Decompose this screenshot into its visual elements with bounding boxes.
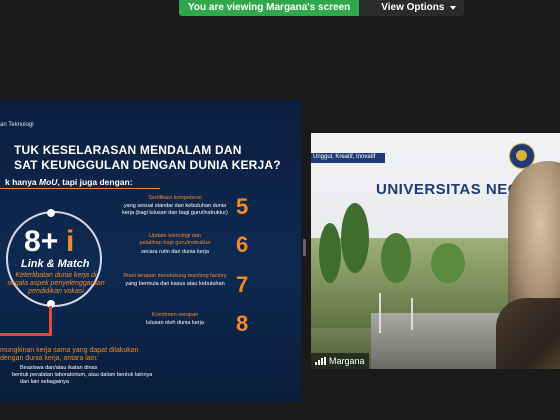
item-title: Sertifikasi kompetensi xyxy=(148,195,202,201)
big-eight-text: 8 xyxy=(24,225,41,258)
slide-subtitle: k hanya MoU, tapi juga dengan: xyxy=(5,177,133,187)
slide-title-line-1: TUK KESELARASAN MENDALAM DAN xyxy=(14,143,242,157)
item-desc: yang sesuai standar dan kebutuhan dunia xyxy=(123,203,227,209)
item-desc: kerja (bagi lulusan dan bagi guru/instru… xyxy=(122,210,228,216)
item-number: 8 xyxy=(236,311,249,336)
item-desc: yang bermula dari kasus atau kebutuhan xyxy=(125,281,225,287)
participant-video-tile[interactable]: Unggul, Kreatif, Inovatif UNIVERSITAS NE… xyxy=(311,133,560,369)
lamp-post xyxy=(379,293,381,333)
slide-header: an Teknologi xyxy=(0,122,34,128)
cooperation-list-item: bentuk peralatan laboratorium, atau dala… xyxy=(12,372,153,378)
lamp-post xyxy=(411,298,413,330)
tree-icon xyxy=(431,243,465,283)
panel-resize-handle[interactable] xyxy=(303,239,306,256)
view-options-button[interactable]: View Options xyxy=(359,0,465,16)
tree-icon xyxy=(341,203,369,273)
big-eight: 8+ xyxy=(24,225,58,259)
subtitle-italic: MoU xyxy=(39,177,58,187)
big-i: i xyxy=(66,225,75,258)
big-plus-text: + xyxy=(40,225,59,258)
participant-name: Margana xyxy=(329,356,365,366)
item-number: 5 xyxy=(236,194,249,219)
connector-horizontal xyxy=(0,333,52,336)
participant-shirt xyxy=(496,298,560,369)
subtitle-suffix: , tapi juga dengan: xyxy=(57,177,133,187)
item-title: pelatihan bagi guru/instruktur xyxy=(139,240,211,246)
item-number: 7 xyxy=(236,272,249,297)
screen-share-banner: You are viewing Margana's screen View Op… xyxy=(179,0,465,16)
keterlibatan-line-3: pendidikan vokasi xyxy=(28,288,84,295)
keterlibatan-text: Keterlibatan dunia kerja di segala aspek… xyxy=(5,272,107,296)
video-strip-text: Unggul, Kreatif, Inovatif xyxy=(313,154,376,160)
view-options-label: View Options xyxy=(381,2,445,13)
connector-vertical xyxy=(49,306,52,336)
item-desc: lulusan oleh dunia kerja xyxy=(146,320,204,326)
circle-dot-top xyxy=(47,209,55,217)
tree-icon xyxy=(319,223,341,283)
participant-name-tag: Margana xyxy=(311,353,369,369)
chevron-down-icon xyxy=(450,6,457,10)
tree-icon xyxy=(381,233,411,283)
link-match-label: Link & Match xyxy=(21,258,90,270)
cooperation-heading: mungkinan kerja sama yang dapat dilakuka… xyxy=(0,347,139,363)
signal-bars-icon xyxy=(315,357,326,365)
keterlibatan-line-1: Keterlibatan dunia kerja di xyxy=(15,272,97,279)
subtitle-underline xyxy=(0,188,160,189)
cooperation-heading-line-2: dengan dunia kerja, antara lain: xyxy=(0,355,99,362)
item-title: Riset terapan mendukung teaching factory xyxy=(123,273,227,279)
logo-inner xyxy=(516,150,527,161)
slide-title-line-2: SAT KEUNGGULAN DENGAN DUNIA KERJA? xyxy=(14,158,281,172)
viewing-screen-message: You are viewing Margana's screen xyxy=(179,0,360,16)
item-desc: secara rutin dari dunia kerja xyxy=(141,249,209,255)
subtitle-prefix: k hanya xyxy=(5,177,40,187)
cooperation-list: Beasiswa dan/atau ikatan dinas bentuk pe… xyxy=(0,365,152,386)
item-title: Komitmen serapan xyxy=(151,312,199,318)
university-sign-text: UNIVERSITAS NEG xyxy=(376,181,520,198)
cooperation-heading-line-1: mungkinan kerja sama yang dapat dilakuka… xyxy=(0,347,139,354)
slide-title: TUK KESELARASAN MENDALAM DAN SAT KEUNGGU… xyxy=(14,143,281,173)
item-title: Update teknologi dan xyxy=(149,233,201,239)
item-number: 6 xyxy=(236,232,249,257)
shared-screen-slide: an Teknologi TUK KESELARASAN MENDALAM DA… xyxy=(0,100,301,402)
cooperation-list-item: dan lain sebagainya xyxy=(20,379,69,385)
keterlibatan-line-2: segala aspek penyelenggaraan xyxy=(7,280,105,287)
cooperation-list-item: Beasiswa dan/atau ikatan dinas xyxy=(20,365,98,371)
